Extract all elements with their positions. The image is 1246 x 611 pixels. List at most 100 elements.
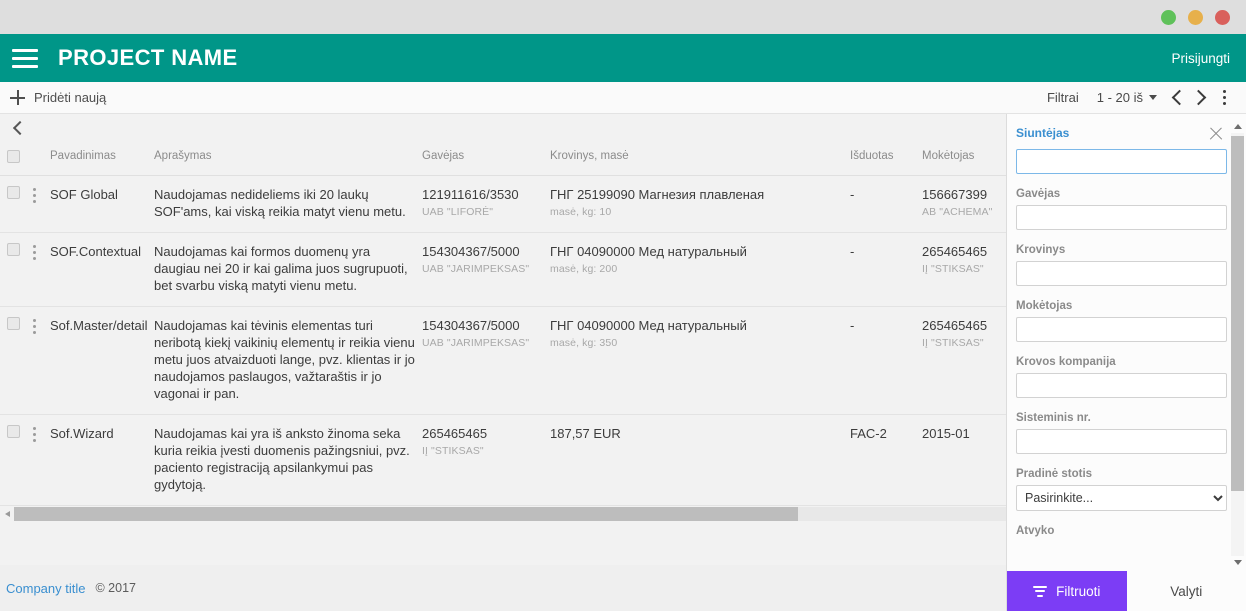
filter-panel: Siuntėjas Gavėjas Krovinys Mokėtojas Kro…	[1006, 114, 1246, 611]
table-row[interactable]: Sof.Master/detail Naudojamas kai tėvinis…	[0, 306, 1006, 415]
filters-button[interactable]: Filtrai	[1038, 90, 1088, 105]
table-row[interactable]: SOF.Contextual Naudojamas kai formos duo…	[0, 232, 1006, 307]
receiver-input[interactable]	[1016, 205, 1227, 230]
add-new-label: Pridėti naują	[34, 90, 107, 105]
cell-cargo-value: 187,57 EUR	[550, 426, 621, 441]
apply-filter-label: Filtruoti	[1056, 583, 1101, 599]
data-table: Pavadinimas Aprašymas Gavėjas Krovinys, …	[0, 142, 1006, 506]
login-link[interactable]: Prisijungti	[1171, 51, 1230, 66]
next-page-button[interactable]	[1188, 87, 1210, 109]
filter-field-payer: Mokėtojas	[1016, 300, 1227, 342]
scroll-up-arrow-icon[interactable]	[1231, 120, 1244, 133]
select-all-checkbox[interactable]	[7, 150, 20, 163]
cell-description: Naudojamas nedideliems iki 20 laukų SOF'…	[154, 175, 422, 233]
back-chevron-icon[interactable]	[6, 116, 30, 140]
scroll-down-arrow-icon[interactable]	[1231, 556, 1244, 569]
system-number-label: Sisteminis nr.	[1016, 412, 1091, 424]
data-grid-area: Pavadinimas Aprašymas Gavėjas Krovinys, …	[0, 114, 1006, 611]
app-bar: PROJECT NAME Prisijungti	[0, 34, 1246, 82]
cell-issued: -	[850, 175, 922, 233]
clear-filter-button[interactable]: Valyti	[1126, 571, 1246, 611]
column-header-receiver[interactable]: Gavėjas	[422, 142, 550, 176]
row-more-options-icon[interactable]	[26, 186, 42, 204]
add-new-button[interactable]: Pridėti naują	[10, 90, 106, 105]
row-more-options-icon[interactable]	[26, 425, 42, 443]
filter-panel-actions: Filtruoti Valyti	[1007, 571, 1246, 611]
more-options-icon[interactable]	[1214, 87, 1234, 109]
cell-description: Naudojamas kai yra iš anksto žinoma seka…	[154, 414, 422, 506]
horizontal-scroll-thumb[interactable]	[14, 507, 798, 521]
plus-icon	[10, 90, 25, 105]
column-header-cargo[interactable]: Krovinys, masė	[550, 142, 850, 176]
window-controls	[1161, 9, 1230, 25]
row-menu-cell	[26, 175, 50, 233]
company-title-link[interactable]: Company title	[6, 581, 85, 596]
cell-receiver-sub: UAB "JARIMPEKSAS"	[422, 337, 530, 349]
filter-field-arrived: Atvyko	[1016, 525, 1226, 537]
column-header-issued[interactable]: Išduotas	[850, 142, 922, 176]
table-row[interactable]: Sof.Wizard Naudojamas kai yra iš anksto …	[0, 414, 1006, 506]
page-title: PROJECT NAME	[58, 45, 238, 70]
cell-issued: FAC-2	[850, 414, 922, 506]
filter-panel-header: Siuntėjas	[1016, 126, 1226, 142]
copyright-text: © 2017	[95, 581, 136, 595]
row-menu-cell	[26, 232, 50, 307]
column-header-description[interactable]: Aprašymas	[154, 142, 422, 176]
action-toolbar: Pridėti naują Filtrai 1 - 20 iš	[0, 82, 1246, 114]
sender-input[interactable]	[1016, 149, 1227, 174]
toolbar-right-group: Filtrai 1 - 20 iš	[1038, 87, 1234, 109]
horizontal-scrollbar[interactable]	[0, 506, 1006, 522]
cell-payer-sub: IĮ "STIKSAS"	[922, 337, 984, 349]
window-close-dot[interactable]	[1215, 9, 1230, 25]
row-more-options-icon[interactable]	[26, 243, 42, 261]
cell-receiver-sub: UAB "JARIMPEKSAS"	[422, 263, 530, 275]
cell-cargo: ГНГ 25199090 Магнезия плавленая masė, kg…	[550, 175, 850, 233]
close-icon[interactable]	[1208, 126, 1224, 142]
apply-filter-button[interactable]: Filtruoti	[1007, 571, 1127, 611]
filter-panel-vertical-scrollbar[interactable]	[1231, 120, 1244, 569]
loading-company-label: Krovos kompanija	[1016, 356, 1116, 368]
cell-cargo-value: ГНГ 25199090 Магнезия плавленая	[550, 187, 765, 202]
cell-payer-value: 156667399	[922, 187, 988, 202]
cell-receiver-sub: UAB "LIFORĖ"	[422, 206, 494, 218]
filter-field-receiver: Gavėjas	[1016, 188, 1227, 230]
window-maximize-dot[interactable]	[1188, 9, 1203, 25]
filter-field-sender	[1016, 149, 1227, 174]
cell-payer-sub: AB "ACHEMA"	[922, 206, 993, 218]
window-minimize-dot[interactable]	[1161, 9, 1176, 25]
row-checkbox[interactable]	[7, 317, 20, 330]
column-header-name[interactable]: Pavadinimas	[50, 142, 154, 176]
cell-receiver: 154304367/5000 UAB "JARIMPEKSAS"	[422, 232, 550, 307]
cell-payer-value: 265465465	[922, 318, 988, 333]
cell-payer: 265465465 IĮ "STIKSAS"	[922, 232, 1006, 307]
cargo-label: Krovinys	[1016, 244, 1066, 256]
cell-name: SOF Global	[50, 175, 154, 233]
row-checkbox[interactable]	[7, 243, 20, 256]
chevron-down-icon	[1149, 95, 1157, 100]
hamburger-menu-icon[interactable]	[10, 43, 40, 73]
cell-payer: 265465465 IĮ "STIKSAS"	[922, 306, 1006, 415]
cell-name: Sof.Wizard	[50, 414, 154, 506]
row-more-options-icon[interactable]	[26, 317, 42, 335]
payer-input[interactable]	[1016, 317, 1227, 342]
cell-cargo: 187,57 EUR	[550, 414, 850, 506]
table-row[interactable]: SOF Global Naudojamas nedideliems iki 20…	[0, 175, 1006, 233]
cell-receiver-value: 265465465	[422, 426, 488, 441]
loading-company-input[interactable]	[1016, 373, 1227, 398]
scroll-left-arrow-icon[interactable]	[0, 506, 14, 522]
horizontal-scroll-track[interactable]	[14, 507, 1006, 521]
previous-page-button[interactable]	[1166, 87, 1188, 109]
system-number-input[interactable]	[1016, 429, 1227, 454]
cell-cargo-sub: masė, kg: 10	[550, 206, 612, 218]
page-range-selector[interactable]: 1 - 20 iš	[1088, 90, 1166, 105]
cell-cargo: ГНГ 04090000 Мед натуральный masė, kg: 2…	[550, 232, 850, 307]
window-titlebar	[0, 0, 1246, 34]
start-station-select[interactable]: Pasirinkite...	[1016, 485, 1227, 511]
vertical-scroll-thumb[interactable]	[1231, 136, 1244, 491]
row-checkbox[interactable]	[7, 425, 20, 438]
cell-cargo-sub: masė, kg: 200	[550, 263, 618, 275]
row-select-cell	[0, 175, 26, 233]
cargo-input[interactable]	[1016, 261, 1227, 286]
column-header-payer[interactable]: Mokėtojas	[922, 142, 1006, 176]
row-checkbox[interactable]	[7, 186, 20, 199]
